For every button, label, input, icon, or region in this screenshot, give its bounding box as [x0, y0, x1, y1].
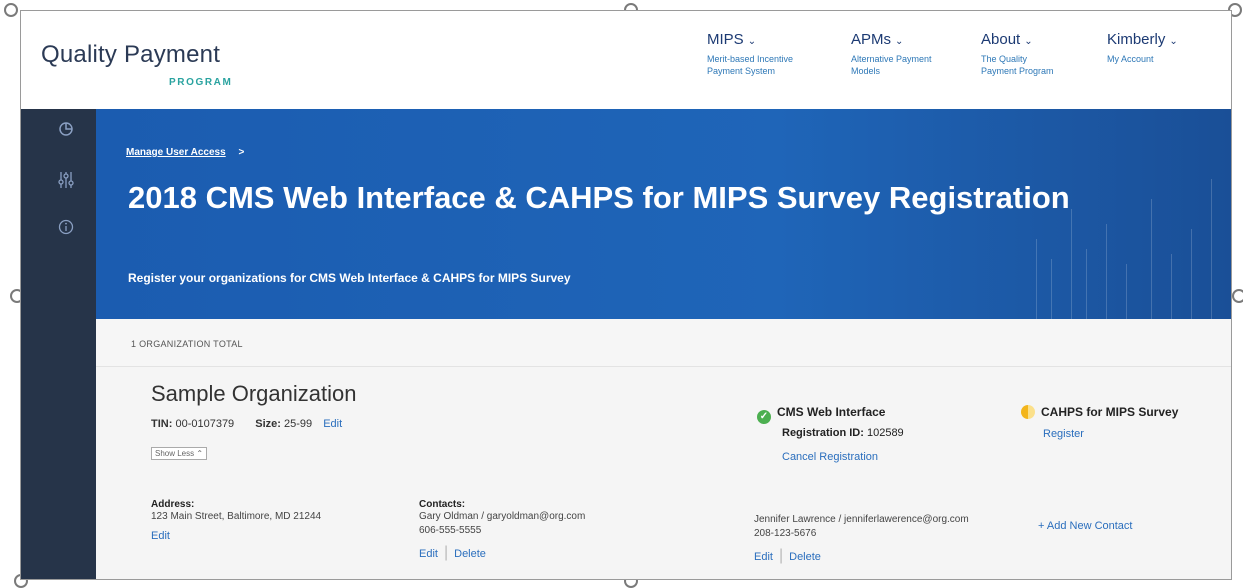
- contact-1-phone: 606-555-5555: [419, 525, 482, 536]
- nav-mips-sub-2: Payment System: [707, 66, 776, 76]
- resize-handle-top-left[interactable]: [4, 3, 18, 17]
- nav-mips[interactable]: MIPS ⌄ Merit-based Incentive Payment Syste…: [707, 31, 793, 77]
- chevron-down-icon: ⌄: [1169, 36, 1178, 47]
- info-icon[interactable]: [58, 219, 74, 239]
- breadcrumb-manage-user-access[interactable]: Manage User Access: [126, 147, 226, 158]
- edit-org-link[interactable]: Edit: [323, 418, 342, 430]
- tin-label: TIN:: [151, 418, 173, 430]
- left-sidebar: [21, 109, 96, 579]
- cancel-registration-link[interactable]: Cancel Registration: [782, 451, 878, 463]
- contact-2: Jennifer Lawrence / jenniferlawerence@or…: [754, 514, 969, 564]
- organization-card: Sample Organization TIN: 00-0107379 Size…: [96, 367, 1231, 579]
- nav-apms-label: APMs: [851, 31, 892, 48]
- reg-id-label: Registration ID:: [782, 427, 864, 439]
- contact-1-delete-link[interactable]: Delete: [454, 548, 486, 560]
- contact-1-edit-link[interactable]: Edit: [419, 548, 438, 560]
- qpp-logo[interactable]: Quality Payment PROGRAM: [41, 41, 231, 88]
- add-new-contact-link[interactable]: + Add New Contact: [1038, 520, 1132, 532]
- cms-title: CMS Web Interface: [777, 405, 886, 419]
- breadcrumb-separator: >: [238, 147, 245, 158]
- contacts-label: Contacts:: [419, 499, 466, 510]
- nav-mips-label: MIPS: [707, 31, 744, 48]
- tin-value: 00-0107379: [175, 418, 235, 430]
- summary-bar: 1 ORGANIZATION TOTAL: [96, 319, 1231, 367]
- chevron-down-icon: ⌄: [747, 36, 757, 47]
- cahps-title: CAHPS for MIPS Survey: [1041, 405, 1179, 419]
- page-subtitle: Register your organizations for CMS Web …: [128, 271, 571, 285]
- edit-address-link[interactable]: Edit: [151, 530, 321, 542]
- cahps-survey-status: CAHPS for MIPS Survey: [1021, 405, 1178, 419]
- breadcrumb: Manage User Access >: [126, 147, 244, 158]
- nav-account-sub-1: My Account: [1107, 54, 1154, 64]
- hero-banner: Manage User Access > 2018 CMS Web Interf…: [96, 109, 1231, 319]
- nav-account[interactable]: Kimberly ⌄ My Account: [1107, 31, 1178, 65]
- sliders-icon[interactable]: [58, 171, 74, 193]
- contact-1: Contacts: Gary Oldman / garyoldman@org.c…: [419, 499, 586, 561]
- reg-id-value: 102589: [866, 427, 904, 439]
- nav-apms-sub-2: Models: [851, 66, 881, 76]
- address-label: Address:: [151, 499, 195, 510]
- contact-2-edit-link[interactable]: Edit: [754, 551, 773, 563]
- nav-apms[interactable]: APMs ⌄ Alternative Payment Models: [851, 31, 932, 77]
- logo-sub-text: PROGRAM: [169, 77, 233, 88]
- cms-registration-id: Registration ID: 102589: [782, 427, 904, 439]
- logo-main-text: Quality Payment: [41, 41, 221, 68]
- size-label: Size:: [255, 418, 281, 430]
- contact-2-delete-link[interactable]: Delete: [789, 551, 821, 563]
- address-section: Address: 123 Main Street, Baltimore, MD …: [151, 499, 321, 542]
- page-title: 2018 CMS Web Interface & CAHPS for MIPS …: [128, 180, 1070, 215]
- register-cahps-link[interactable]: Register: [1043, 428, 1084, 440]
- nav-about-sub-1: The Quality: [981, 54, 1028, 64]
- size-value: 25-99: [284, 418, 313, 430]
- contact-1-name-email: Gary Oldman / garyoldman@org.com: [419, 511, 586, 522]
- org-tin-size-row: TIN: 00-0107379 Size: 25-99 Edit: [151, 418, 342, 430]
- nav-about-sub-2: Payment Program: [981, 66, 1054, 76]
- nav-mips-sub-1: Merit-based Incentive: [707, 54, 794, 64]
- organization-total: 1 ORGANIZATION TOTAL: [131, 339, 243, 349]
- show-less-label: Show Less: [155, 449, 195, 458]
- organization-name: Sample Organization: [151, 381, 357, 406]
- screenshot-frame: Quality Payment PROGRAM MIPS ⌄ Merit-base…: [20, 10, 1232, 580]
- nav-about-label: About: [981, 31, 1021, 48]
- chevron-down-icon: ⌄: [1024, 36, 1033, 47]
- contact-2-phone: 208-123-5676: [754, 528, 817, 539]
- show-less-button[interactable]: Show Less ⌃: [151, 447, 208, 460]
- chevron-down-icon: ⌄: [895, 36, 904, 47]
- cms-web-interface-status: ✓ CMS Web Interface: [757, 405, 885, 424]
- check-circle-icon: ✓: [757, 410, 771, 424]
- half-circle-icon: [1021, 405, 1035, 419]
- top-header: Quality Payment PROGRAM MIPS ⌄ Merit-base…: [21, 11, 1231, 109]
- pie-chart-icon[interactable]: [58, 121, 74, 141]
- nav-account-label: Kimberly: [1107, 31, 1166, 48]
- contact-2-name-email: Jennifer Lawrence / jenniferlawerence@or…: [754, 514, 969, 525]
- address-value: 123 Main Street, Baltimore, MD 21244: [151, 511, 322, 522]
- nav-about[interactable]: About ⌄ The Quality Payment Program: [981, 31, 1054, 77]
- nav-apms-sub-1: Alternative Payment: [851, 54, 932, 64]
- resize-handle-middle-right[interactable]: [1232, 289, 1243, 303]
